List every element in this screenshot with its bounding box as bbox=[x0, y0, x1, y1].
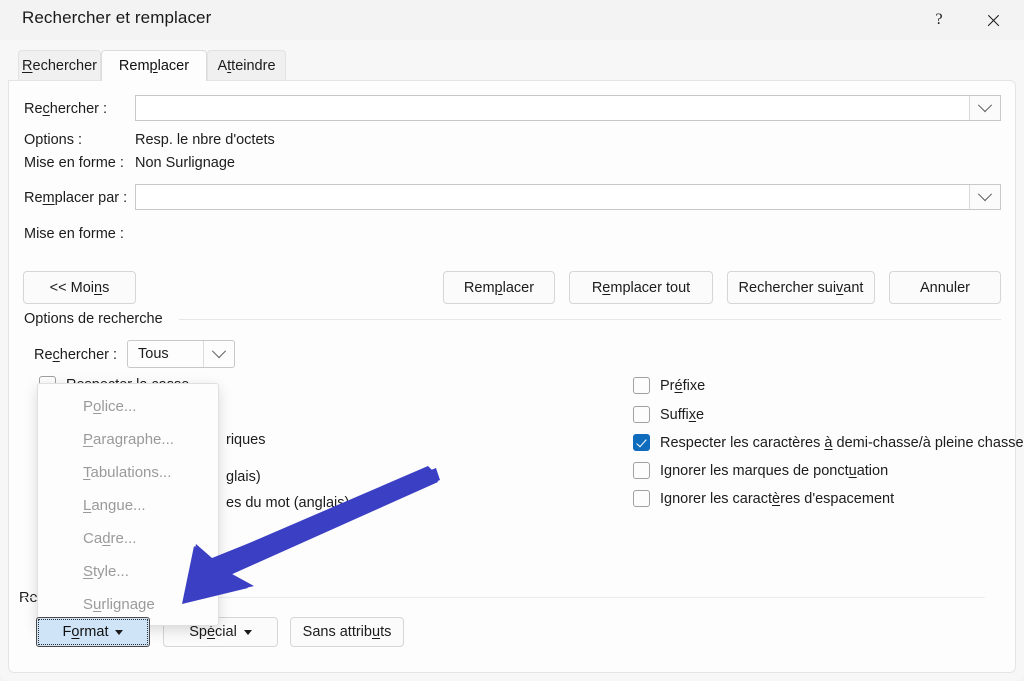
options-value: Resp. le nbre d'octets bbox=[135, 132, 275, 148]
less-button[interactable]: << Moins bbox=[23, 271, 136, 304]
menu-item-style[interactable]: Style... bbox=[38, 555, 218, 588]
replace-label: Remplacer par : bbox=[24, 190, 127, 206]
scope-dropdown-button[interactable] bbox=[203, 341, 234, 367]
menu-item-label: Cadre... bbox=[83, 530, 136, 547]
find-next-button-label: Rechercher suivant bbox=[739, 280, 864, 296]
menu-item-label: Tabulations... bbox=[83, 464, 171, 481]
scope-label: Rechercher : bbox=[34, 347, 117, 363]
menu-item-label: Langue... bbox=[83, 497, 146, 514]
no-formatting-button[interactable]: Sans attributs bbox=[290, 617, 404, 647]
chevron-down-icon bbox=[212, 344, 226, 358]
checkbox-box bbox=[633, 462, 650, 479]
replace-input[interactable] bbox=[136, 185, 969, 209]
tab-rechercher[interactable]: Rechercher bbox=[18, 50, 101, 81]
page-title: Rechercher et remplacer bbox=[22, 8, 211, 28]
caret-down-icon bbox=[244, 630, 252, 635]
special-button-label: Spécial bbox=[189, 624, 237, 640]
replace-dropdown-button[interactable] bbox=[969, 185, 1000, 209]
checkbox-demi-pleine-chasse[interactable]: Respecter les caractères à demi-chasse/à… bbox=[633, 434, 1024, 451]
checkbox-box bbox=[633, 490, 650, 507]
find-input[interactable] bbox=[136, 96, 969, 120]
less-button-label: << Moins bbox=[50, 280, 110, 296]
find-dropdown-button[interactable] bbox=[969, 96, 1000, 120]
scope-select[interactable]: Tous bbox=[127, 340, 235, 368]
find-combobox[interactable] bbox=[135, 95, 1001, 121]
formatting-label-1: Mise en forme : bbox=[24, 155, 124, 171]
menu-item-label: Paragraphe... bbox=[83, 431, 174, 448]
tab-strip: Rechercher Remplacer Atteindre bbox=[0, 50, 1024, 81]
format-button[interactable]: Format bbox=[36, 617, 150, 647]
checkbox-ignorer-ponctuation[interactable]: Ignorer les marques de ponctuation bbox=[633, 462, 888, 479]
menu-item-police[interactable]: Police... bbox=[38, 390, 218, 423]
scope-select-value: Tous bbox=[128, 346, 203, 362]
find-next-button[interactable]: Rechercher suivant bbox=[727, 271, 875, 304]
cancel-button[interactable]: Annuler bbox=[889, 271, 1001, 304]
menu-item-label: Police... bbox=[83, 398, 136, 415]
formatting-label-2: Mise en forme : bbox=[24, 226, 124, 242]
formatting-value-1: Non Surlignage bbox=[135, 155, 235, 171]
checkbox-label: Ignorer les caractères d'espacement bbox=[660, 491, 894, 507]
menu-item-label: Style... bbox=[83, 563, 129, 580]
cancel-button-label: Annuler bbox=[920, 280, 970, 296]
help-button[interactable]: ? bbox=[916, 0, 962, 40]
chevron-down-icon bbox=[978, 187, 992, 201]
replace-button[interactable]: Remplacer bbox=[443, 271, 555, 304]
tab-rechercher-label: Rechercher bbox=[22, 58, 97, 74]
tab-remplacer-label: Remplacer bbox=[119, 58, 189, 74]
group-divider bbox=[179, 319, 1001, 320]
checkbox-label: Suffixe bbox=[660, 407, 704, 423]
format-button-label: Format bbox=[63, 624, 109, 640]
no-formatting-button-label: Sans attributs bbox=[303, 624, 392, 640]
question-mark-icon: ? bbox=[935, 11, 942, 29]
menu-item-paragraphe[interactable]: Paragraphe... bbox=[38, 423, 218, 456]
search-options-group-title: Options de recherche bbox=[24, 311, 171, 327]
replace-all-button[interactable]: Remplacer tout bbox=[569, 271, 713, 304]
left-option-text-3: es du mot (anglais) bbox=[226, 495, 349, 511]
checkbox-ignorer-espacement[interactable]: Ignorer les caractères d'espacement bbox=[633, 490, 894, 507]
checkbox-suffixe[interactable]: Suffixe bbox=[633, 406, 704, 423]
chevron-down-icon bbox=[978, 98, 992, 112]
replace-button-label: Remplacer bbox=[464, 280, 534, 296]
title-bar: Rechercher et remplacer ? bbox=[0, 0, 1024, 40]
checkbox-box bbox=[633, 377, 650, 394]
menu-item-label: Surlignage bbox=[83, 596, 155, 613]
format-dropdown-menu: Police... Paragraphe... Tabulations... L… bbox=[37, 383, 219, 626]
options-label: Options : bbox=[24, 132, 82, 148]
tab-atteindre-label: Atteindre bbox=[217, 58, 275, 74]
close-icon bbox=[986, 13, 1001, 28]
checkbox-box bbox=[633, 406, 650, 423]
find-replace-dialog: Rechercher et remplacer ? Rechercher Rem… bbox=[0, 0, 1024, 681]
left-option-text-2: glais) bbox=[226, 469, 261, 485]
close-button[interactable] bbox=[970, 0, 1016, 40]
tab-atteindre[interactable]: Atteindre bbox=[207, 50, 286, 81]
menu-item-cadre[interactable]: Cadre... bbox=[38, 522, 218, 555]
caret-down-icon bbox=[115, 630, 123, 635]
menu-item-langue[interactable]: Langue... bbox=[38, 489, 218, 522]
find-label: Rechercher : bbox=[24, 101, 107, 117]
left-option-text-1: riques bbox=[226, 432, 266, 448]
replace-all-button-label: Remplacer tout bbox=[592, 280, 690, 296]
menu-item-tabulations[interactable]: Tabulations... bbox=[38, 456, 218, 489]
checkbox-label: Préfixe bbox=[660, 378, 705, 394]
replace-combobox[interactable] bbox=[135, 184, 1001, 210]
checkbox-box-checked bbox=[633, 434, 650, 451]
checkbox-label: Ignorer les marques de ponctuation bbox=[660, 463, 888, 479]
checkbox-prefixe[interactable]: Préfixe bbox=[633, 377, 705, 394]
tab-remplacer[interactable]: Remplacer bbox=[101, 50, 207, 81]
bottom-partial-label: Re bbox=[19, 590, 38, 606]
checkbox-label: Respecter les caractères à demi-chasse/à… bbox=[660, 435, 1024, 451]
